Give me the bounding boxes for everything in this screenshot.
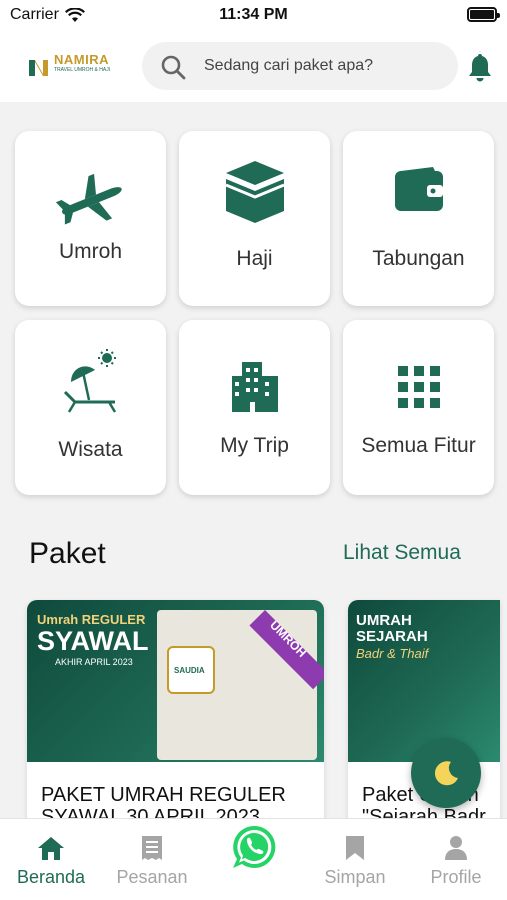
package-banner-top: Umrah REGULER (37, 612, 146, 627)
package-card[interactable]: SAUDIA Umrah REGULER SYAWAL AKHIR APRIL … (27, 600, 324, 830)
tab-beranda[interactable]: Beranda (1, 833, 101, 888)
whatsapp-icon (233, 825, 276, 868)
dark-mode-toggle[interactable] (411, 738, 481, 808)
feature-label-semua-fitur: Semua Fitur (361, 434, 476, 457)
feature-semua-fitur[interactable]: Semua Fitur (343, 320, 494, 495)
building-icon (231, 362, 278, 412)
beach-icon (63, 349, 116, 413)
feature-haji[interactable]: Haji (179, 131, 330, 306)
package-banner-image: SAUDIA Umrah REGULER SYAWAL AKHIR APRIL … (27, 600, 324, 762)
bottom-tab-bar: Beranda Pesanan Simpan Profile (0, 818, 507, 900)
search-input[interactable] (204, 42, 444, 90)
airplane-icon (55, 173, 122, 225)
feature-wisata[interactable]: Wisata (15, 320, 166, 495)
package-banner-top: UMRAH (356, 612, 412, 629)
namira-logo[interactable]: NAMIRA TRAVEL UMROH & HAJI (26, 50, 130, 84)
feature-label-my-trip: My Trip (220, 434, 289, 457)
battery-icon (467, 7, 500, 22)
status-bar: Carrier 11:34 PM (0, 0, 507, 32)
tab-whatsapp[interactable] (204, 821, 304, 877)
packages-section-title: Paket (29, 537, 106, 570)
feature-my-trip[interactable]: My Trip (179, 320, 330, 495)
search-icon (161, 55, 186, 80)
notification-bell-icon[interactable] (466, 52, 494, 82)
package-banner-sub: AKHIR APRIL 2023 (55, 657, 133, 667)
moon-icon (434, 761, 458, 786)
person-icon (445, 836, 467, 860)
app-header: NAMIRA TRAVEL UMROH & HAJI (0, 32, 507, 102)
logo-tagline: TRAVEL UMROH & HAJI (54, 67, 111, 73)
bookmark-icon (346, 836, 364, 860)
tab-label: Pesanan (116, 867, 188, 887)
tab-simpan[interactable]: Simpan (305, 833, 405, 888)
feature-umroh[interactable]: Umroh (15, 131, 166, 306)
tab-label: Beranda (16, 867, 86, 887)
feature-tabungan[interactable]: Tabungan (343, 131, 494, 306)
wallet-icon (394, 167, 443, 211)
grid-icon (397, 366, 440, 408)
see-all-link[interactable]: Lihat Semua (343, 541, 461, 565)
status-time: 11:34 PM (219, 6, 288, 23)
tab-label: Profile (430, 867, 482, 887)
feature-label-wisata: Wisata (58, 438, 123, 461)
package-banner-main: SYAWAL (37, 626, 149, 656)
package-banner-main: SEJARAH (356, 628, 428, 645)
package-banner-image: UMRAH SEJARAH Badr & Thaif (348, 600, 500, 762)
package-airline: SAUDIA (174, 666, 205, 675)
package-banner-sub: Badr & Thaif (356, 646, 429, 661)
receipt-icon (142, 836, 162, 860)
tab-pesanan[interactable]: Pesanan (102, 833, 202, 888)
tab-profile[interactable]: Profile (406, 833, 506, 888)
feature-label-tabungan: Tabungan (372, 247, 465, 270)
home-icon (38, 837, 64, 860)
tab-label: Simpan (324, 867, 386, 887)
feature-label-haji: Haji (236, 247, 273, 270)
kaaba-icon (224, 161, 285, 223)
search-bar[interactable] (142, 42, 458, 90)
logo-text: NAMIRA (54, 52, 109, 67)
feature-label-umroh: Umroh (58, 240, 122, 263)
logo-mark-icon (29, 60, 48, 76)
